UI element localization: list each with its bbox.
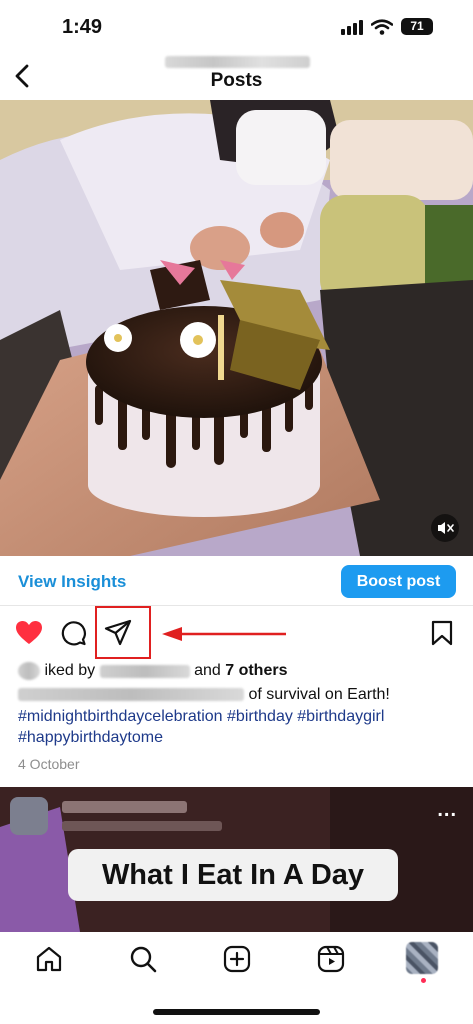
home-icon — [36, 946, 62, 972]
likes-and-text: and — [194, 662, 221, 680]
post-date: 4 October — [18, 756, 80, 772]
home-indicator — [153, 1009, 320, 1015]
speaker-muted-icon — [438, 522, 454, 534]
bottom-tab-bar — [0, 932, 473, 1024]
tab-reels[interactable] — [316, 944, 346, 974]
tab-home[interactable] — [34, 944, 64, 974]
blurred-liker-name — [99, 664, 190, 678]
view-insights-link[interactable]: View Insights — [18, 572, 126, 592]
reels-icon — [317, 945, 345, 973]
blurred-caption-start — [18, 688, 244, 702]
liked-by-text: iked by — [44, 662, 96, 680]
blurred-liker-avatar — [18, 662, 40, 680]
search-icon — [130, 946, 157, 973]
comment-button[interactable] — [58, 618, 88, 648]
blurred-username — [165, 56, 310, 68]
create-plus-icon — [223, 945, 251, 973]
like-button[interactable] — [14, 618, 44, 648]
send-highlight-box — [95, 606, 151, 659]
post-actions — [0, 606, 473, 660]
tab-profile-avatar[interactable] — [406, 942, 438, 974]
post-video-frame — [0, 100, 473, 556]
status-bar: 1:49 71 — [0, 0, 473, 52]
more-options-button[interactable]: ... — [437, 800, 457, 820]
save-button[interactable] — [427, 618, 457, 648]
boost-post-button[interactable]: Boost post — [341, 565, 456, 598]
next-post-overlay-title: What I Eat In A Day — [68, 849, 398, 901]
tab-create[interactable] — [222, 944, 252, 974]
status-icons: 71 — [341, 18, 433, 35]
next-post-preview[interactable]: ... What I Eat In A Day — [0, 787, 473, 932]
heart-filled-icon — [16, 621, 42, 644]
top-nav: Posts — [0, 52, 473, 100]
page-title: Posts — [210, 70, 263, 91]
profile-notification-dot — [421, 978, 426, 983]
insights-row: View Insights Boost post — [0, 556, 473, 606]
hashtags-line-1[interactable]: #midnightbirthdaycelebration #birthday #… — [18, 708, 384, 726]
likes-summary[interactable]: iked by and 7 others — [18, 662, 287, 680]
bookmark-icon — [431, 620, 453, 646]
likes-others-count[interactable]: 7 others — [225, 662, 287, 679]
caption-line: of survival on Earth! — [18, 686, 390, 704]
wifi-icon — [371, 18, 393, 35]
hashtags-line-2[interactable]: #happybirthdaytome — [18, 729, 163, 747]
annotation-arrow — [162, 627, 286, 641]
caption-text: of survival on Earth! — [248, 686, 390, 703]
tab-search[interactable] — [128, 944, 158, 974]
status-time: 1:49 — [62, 16, 103, 38]
battery-indicator: 71 — [401, 18, 433, 35]
mute-button[interactable] — [431, 514, 459, 542]
comment-icon — [61, 621, 86, 646]
cellular-signal-icon — [341, 19, 363, 35]
post-video[interactable] — [0, 100, 473, 556]
